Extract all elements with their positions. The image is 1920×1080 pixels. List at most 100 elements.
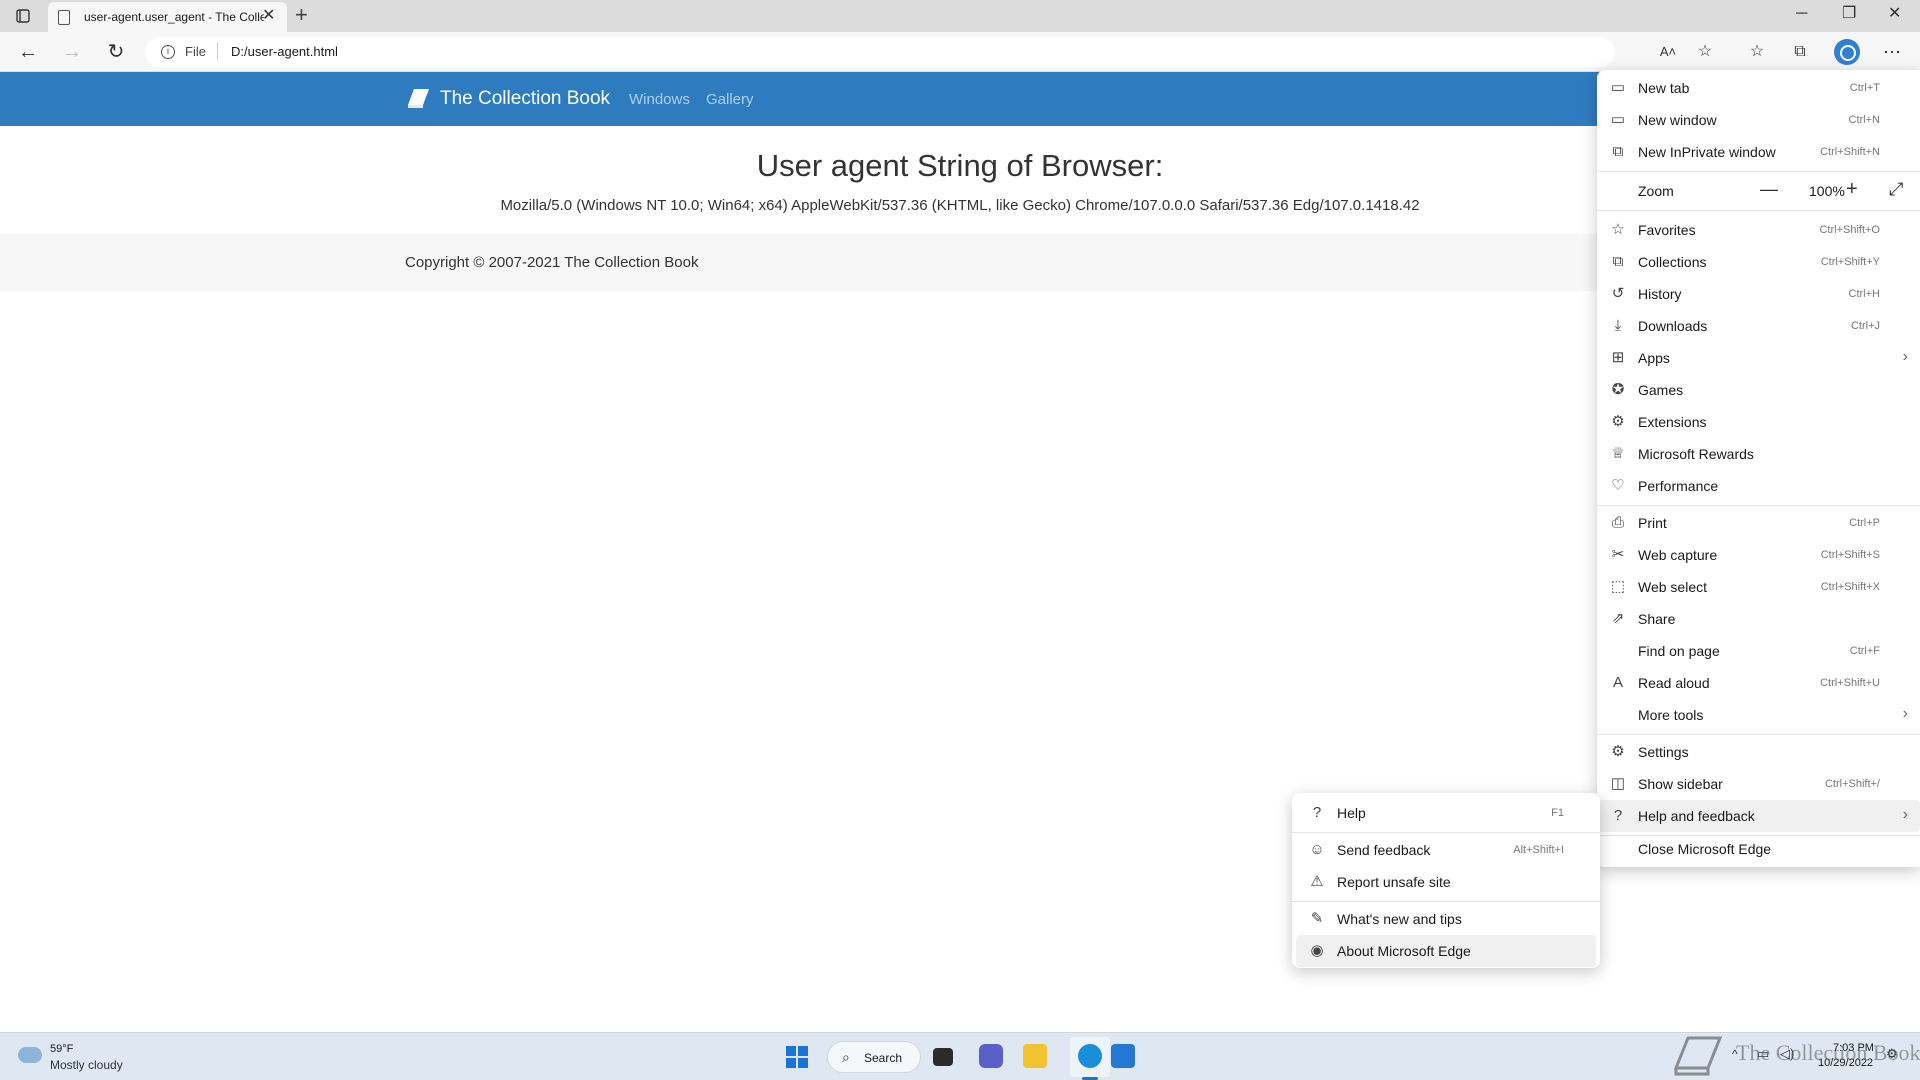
submenu-item-about-edge[interactable]: ◉ About Microsoft Edge	[1296, 935, 1596, 967]
weather-condition[interactable]: Mostly cloudy	[50, 1058, 123, 1072]
tab-actions-button[interactable]	[10, 4, 36, 28]
file-explorer-icon[interactable]	[1023, 1044, 1047, 1068]
new-tab-button[interactable]: +	[295, 3, 308, 27]
menu-item-new-tab[interactable]: ▭ New tab Ctrl+T	[1597, 72, 1920, 104]
active-tab[interactable]: user-agent.user_agent - The Collection B…	[48, 2, 287, 32]
start-button[interactable]	[786, 1046, 808, 1068]
menu-item-rewards[interactable]: ♕ Microsoft Rewards	[1597, 438, 1920, 470]
address-url[interactable]: D:/user-agent.html	[231, 44, 338, 59]
menu-item-collections[interactable]: ⧉ Collections Ctrl+Shift+Y	[1597, 246, 1920, 278]
menu-item-web-capture[interactable]: ✂ Web capture Ctrl+Shift+S	[1597, 539, 1920, 571]
submenu-item-report-unsafe[interactable]: ⚠ Report unsafe site	[1296, 866, 1596, 898]
weather-temperature[interactable]: 59°F	[50, 1043, 73, 1055]
windows-taskbar: 59°F Mostly cloudy ⌕ Search ^ ▭ ◁) 7:03 …	[0, 1032, 1920, 1080]
favorites-icon[interactable]: ☆	[1744, 40, 1770, 64]
submenu-item-send-feedback[interactable]: ☺ Send feedback Alt+Shift+I	[1296, 834, 1596, 866]
collections-icon[interactable]: ⧉	[1787, 40, 1813, 64]
menu-item-show-sidebar[interactable]: ◫ Show sidebar Ctrl+Shift+/	[1597, 768, 1920, 800]
read-aloud-icon: A	[1612, 674, 1623, 691]
task-view-icon[interactable]	[933, 1048, 953, 1066]
minimize-button[interactable]: ─	[1796, 4, 1807, 24]
menu-item-help-feedback[interactable]: ? Help and feedback ›	[1597, 800, 1920, 832]
menu-label: Microsoft Rewards	[1638, 446, 1754, 462]
menu-item-print[interactable]: ⎙ Print Ctrl+P	[1597, 507, 1920, 539]
nav-link-windows[interactable]: Windows	[629, 91, 690, 108]
teams-chat-icon[interactable]	[979, 1044, 1003, 1068]
menu-shortcut: Ctrl+Shift+/	[1824, 778, 1880, 790]
store-icon[interactable]	[1111, 1044, 1135, 1068]
menu-shortcut: Ctrl+F	[1849, 645, 1880, 657]
menu-item-find-on-page[interactable]: Find on page Ctrl+F	[1597, 635, 1920, 667]
menu-item-extensions[interactable]: ⚙ Extensions	[1597, 406, 1920, 438]
menu-item-read-aloud[interactable]: A Read aloud Ctrl+Shift+U	[1597, 667, 1920, 699]
menu-item-settings[interactable]: ⚙ Settings	[1597, 736, 1920, 768]
new-tab-icon: ▭	[1610, 79, 1626, 96]
refresh-button[interactable]: ↻	[103, 40, 129, 64]
forward-button[interactable]: →	[59, 40, 85, 64]
menu-label: Help and feedback	[1638, 808, 1755, 824]
submenu-item-help[interactable]: ? Help F1	[1296, 797, 1596, 829]
menu-label: Settings	[1638, 744, 1689, 760]
help-icon: ?	[1613, 807, 1623, 824]
submenu-label: Report unsafe site	[1337, 874, 1451, 890]
menu-item-games[interactable]: ✪ Games	[1597, 374, 1920, 406]
menu-item-history[interactable]: ↺ History Ctrl+H	[1597, 278, 1920, 310]
menu-shortcut: Ctrl+Shift+N	[1820, 146, 1880, 158]
menu-item-downloads[interactable]: ⤓ Downloads Ctrl+J	[1597, 310, 1920, 342]
site-brand[interactable]: The Collection Book	[440, 88, 610, 110]
menu-shortcut: Ctrl+Shift+O	[1819, 224, 1880, 236]
menu-label: Collections	[1638, 254, 1707, 270]
search-icon: ⌕	[842, 1049, 850, 1065]
book-logo-icon	[408, 89, 429, 108]
menu-item-web-select[interactable]: ⬚ Web select Ctrl+Shift+X	[1597, 571, 1920, 603]
menu-divider	[1597, 734, 1920, 735]
menu-label: Games	[1638, 382, 1684, 398]
taskbar-search[interactable]: ⌕ Search	[827, 1041, 921, 1073]
menu-item-performance[interactable]: ♡ Performance	[1597, 470, 1920, 502]
back-button[interactable]: ←	[15, 40, 41, 64]
more-options-icon[interactable]: ⋯	[1879, 40, 1905, 64]
menu-label: Performance	[1638, 478, 1719, 494]
restore-button[interactable]: ❐	[1842, 4, 1856, 24]
copyright-text: Copyright © 2007-2021 The Collection Boo…	[405, 254, 699, 271]
profile-avatar[interactable]	[1834, 39, 1860, 65]
warning-icon: ⚠	[1310, 873, 1324, 890]
nav-link-gallery[interactable]: Gallery	[706, 91, 754, 108]
rewards-icon: ♕	[1611, 445, 1625, 462]
address-bar[interactable]: i File D:/user-agent.html	[145, 37, 1615, 67]
tab-actions-icon	[16, 9, 30, 23]
star-icon: ☆	[1611, 221, 1625, 238]
cloud-icon[interactable]	[18, 1047, 42, 1063]
tab-title: user-agent.user_agent - The Collection B…	[84, 10, 264, 24]
info-icon[interactable]: i	[161, 45, 175, 59]
submenu-divider	[1292, 901, 1600, 902]
address-toolbar: ← → ↻ i File D:/user-agent.html A˄ ☆ ☆ ⧉…	[0, 32, 1920, 72]
menu-item-favorites[interactable]: ☆ Favorites Ctrl+Shift+O	[1597, 214, 1920, 246]
menu-item-apps[interactable]: ⊞ Apps ›	[1597, 342, 1920, 374]
submenu-divider	[1292, 832, 1600, 833]
sidebar-icon: ◫	[1610, 775, 1626, 792]
menu-divider	[1597, 171, 1920, 172]
address-scheme: File	[185, 44, 206, 59]
menu-item-more-tools[interactable]: More tools ›	[1597, 699, 1920, 731]
menu-item-share[interactable]: ⇗ Share	[1597, 603, 1920, 635]
zoom-out-button[interactable]: —	[1760, 179, 1778, 200]
book-watermark-icon	[1673, 1036, 1723, 1076]
add-favorite-icon[interactable]: ☆	[1692, 40, 1718, 64]
help-feedback-submenu: ? Help F1 ☺ Send feedback Alt+Shift+I ⚠ …	[1292, 793, 1600, 968]
close-window-button[interactable]: ✕	[1888, 4, 1901, 24]
menu-label: Web select	[1638, 579, 1707, 595]
browser-settings-menu: ▭ New tab Ctrl+T ▭ New window Ctrl+N ⧉ N…	[1597, 70, 1920, 867]
submenu-shortcut: Alt+Shift+I	[1513, 844, 1564, 856]
menu-item-new-inprivate[interactable]: ⧉ New InPrivate window Ctrl+Shift+N	[1597, 136, 1920, 168]
menu-item-new-window[interactable]: ▭ New window Ctrl+N	[1597, 104, 1920, 136]
menu-item-close-edge[interactable]: Close Microsoft Edge	[1597, 833, 1920, 865]
fullscreen-icon[interactable]: ⤢	[1889, 179, 1903, 200]
submenu-item-whats-new[interactable]: ✎ What's new and tips	[1296, 903, 1596, 935]
read-aloud-icon[interactable]: A˄	[1655, 40, 1681, 64]
search-label: Search	[864, 1051, 903, 1065]
menu-label: New tab	[1638, 80, 1690, 96]
performance-icon: ♡	[1611, 477, 1625, 494]
close-tab-icon[interactable]: ✕	[262, 8, 275, 24]
zoom-in-button[interactable]: +	[1846, 178, 1858, 201]
